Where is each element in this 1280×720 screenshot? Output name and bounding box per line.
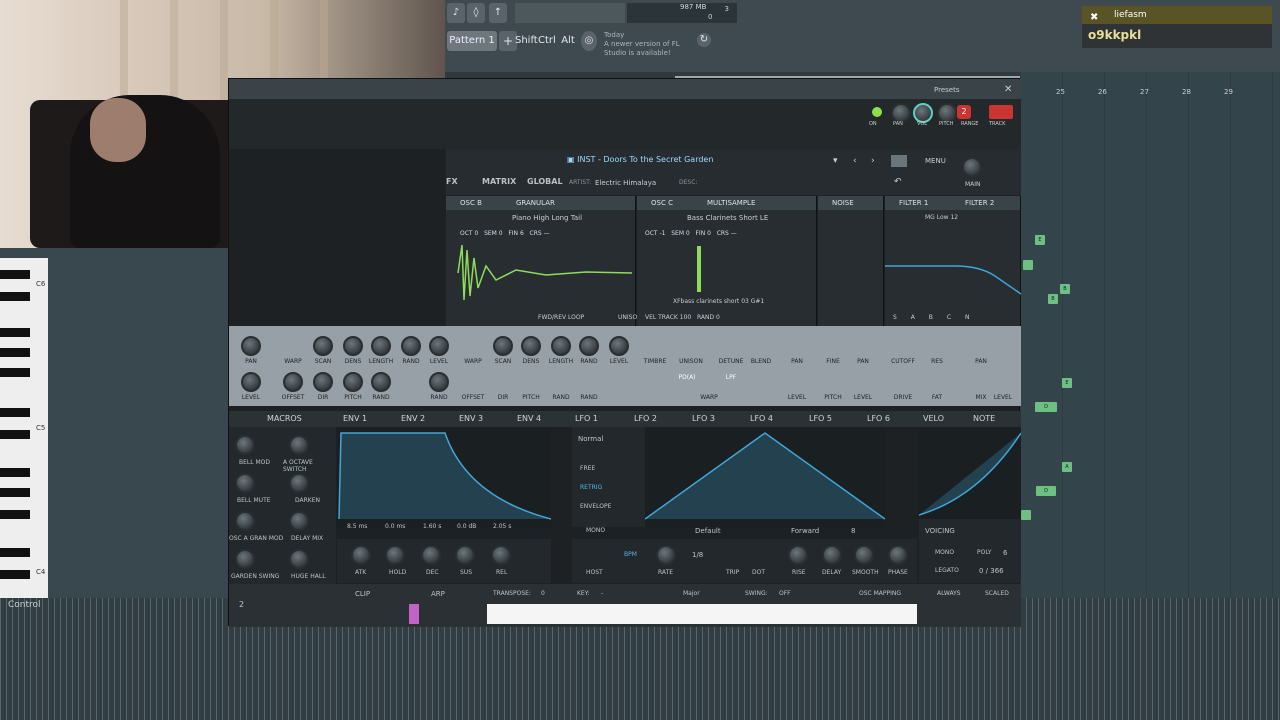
note[interactable]: E	[1062, 378, 1072, 388]
output-controls: 2 ON PAN VOL PITCH RANGE TRACK	[869, 101, 1019, 149]
undo-icon[interactable]: ↶	[894, 177, 902, 187]
noise-panel[interactable]: NOISE	[818, 196, 884, 326]
typing-keyboard-icon[interactable]: ♪	[447, 3, 465, 23]
mini-keyboard[interactable]	[487, 604, 917, 624]
note[interactable]: B	[1060, 284, 1070, 294]
save-icon[interactable]	[891, 155, 907, 167]
envelope-curve	[338, 432, 552, 520]
control-label[interactable]: Control	[8, 600, 41, 610]
news-text[interactable]: Today A newer version of FL Studio is ava…	[604, 31, 694, 58]
osc-c-file: XFbass clarinets short 03 G#1	[673, 298, 765, 305]
osc-c-sample[interactable]: Bass Clarinets Short LE	[687, 214, 768, 222]
piano-keyboard[interactable]: C6 C5 C4	[0, 258, 48, 598]
filter-curve	[885, 265, 1021, 295]
modulation-tab-bar[interactable]: MACROS ENV 1 ENV 2 ENV 3 ENV 4 LFO 1 LFO…	[229, 411, 1021, 427]
vol-knob[interactable]	[913, 103, 933, 123]
note[interactable]	[1021, 510, 1031, 520]
piano-roll-left[interactable]: C6 C5 C4	[0, 248, 230, 598]
next-preset-icon[interactable]: ›	[871, 156, 875, 166]
velocity-panel[interactable]	[918, 427, 1022, 519]
stream-alert: ✖ liefasm o9kkpkl	[1082, 6, 1272, 48]
note[interactable]	[1023, 260, 1033, 270]
metronome-icon[interactable]: ◊	[467, 3, 485, 23]
pitch-knob[interactable]	[937, 103, 957, 123]
ctrl-button[interactable]: Ctrl	[538, 31, 556, 51]
note[interactable]: D	[1036, 486, 1056, 496]
alert-user: liefasm	[1114, 10, 1147, 20]
lfo-graph[interactable]: Default Forward 8	[644, 427, 886, 535]
memory-readout: 987 MB	[680, 3, 707, 11]
lfo-options[interactable]: Normal FREE RETRIG ENVELOPE MONO	[572, 427, 645, 534]
step-edit-icon[interactable]: ↑	[489, 3, 507, 23]
presets-button[interactable]: Presets	[934, 86, 959, 94]
piano-roll-grid[interactable]: 25 26 27 28 29 E B B E D A D	[1020, 72, 1280, 600]
envelope-knobs[interactable]: ATK HOLD DEC SUS REL	[337, 539, 551, 583]
update-icon[interactable]: ↻	[697, 33, 711, 47]
prev-preset-icon[interactable]: ‹	[853, 156, 857, 166]
tab-matrix[interactable]: MATRIX	[482, 177, 516, 186]
serum-plugin[interactable]: Presets ✕ 2 ON PAN VOL PITCH RANGE TRACK…	[228, 78, 1022, 627]
macros-panel[interactable]: BELL MOD A OCTAVE SWITCH BELL MUTE DARKE…	[229, 427, 336, 587]
preset-dropdown-icon[interactable]: ▾	[833, 156, 838, 166]
arp-step[interactable]	[409, 604, 419, 624]
osc-b-panel[interactable]: OSC B GRANULAR Piano High Long Tail OCT 0…	[446, 196, 642, 326]
osc-c-panel[interactable]: OSC C MULTISAMPLE Bass Clarinets Short LE…	[637, 196, 817, 326]
filter-panel[interactable]: FILTER 1 FILTER 2 MG Low 12 S A B C N	[885, 196, 1021, 326]
note[interactable]: A	[1062, 462, 1072, 472]
envelope-panel[interactable]: 8.5 ms 0.0 ms 1.60 s 0.0 dB 2.05 s	[337, 427, 552, 530]
shift-button[interactable]: Shift	[515, 31, 538, 51]
tab-global[interactable]: GLOBAL	[527, 177, 563, 186]
note[interactable]: E	[1035, 235, 1045, 245]
pan-knob[interactable]	[891, 103, 911, 123]
alt-button[interactable]: Alt	[560, 31, 576, 51]
voicing-panel[interactable]: VOICING MONO POLY 6 LEGATO 0 / 366	[919, 519, 1021, 583]
news-icon[interactable]: ◎	[581, 31, 597, 51]
lfo-curve	[644, 432, 886, 520]
main-volume-knob[interactable]	[962, 157, 982, 177]
oscillator-knob-row[interactable]: PAN WARP SCAN DENS LENGTH RAND LEVEL LEV…	[229, 326, 1021, 406]
menu-button[interactable]: MENU	[925, 157, 946, 165]
osc-b-waveform	[457, 244, 633, 301]
lfo-knobs[interactable]: BPM 1/8 HOST RATE TRIP DOT RISE DELAY SM…	[572, 539, 917, 583]
range-value[interactable]: 2	[957, 105, 971, 119]
pattern-selector[interactable]: Pattern 1	[447, 31, 497, 51]
artist-name: Electric Himalaya	[595, 179, 657, 187]
note[interactable]: D	[1035, 402, 1057, 412]
tab-fx[interactable]: FX	[446, 177, 458, 186]
close-icon: ✖	[1090, 12, 1099, 23]
preset-name[interactable]: ▣ INST - Doors To the Secret Garden	[567, 155, 877, 169]
note[interactable]: B	[1048, 294, 1058, 304]
alert-message: o9kkpkl	[1088, 28, 1142, 42]
track-button[interactable]	[989, 105, 1013, 119]
osc-b-sample[interactable]: Piano High Long Tail	[512, 214, 582, 222]
close-icon[interactable]: ✕	[1004, 84, 1012, 95]
on-led[interactable]	[872, 107, 882, 117]
